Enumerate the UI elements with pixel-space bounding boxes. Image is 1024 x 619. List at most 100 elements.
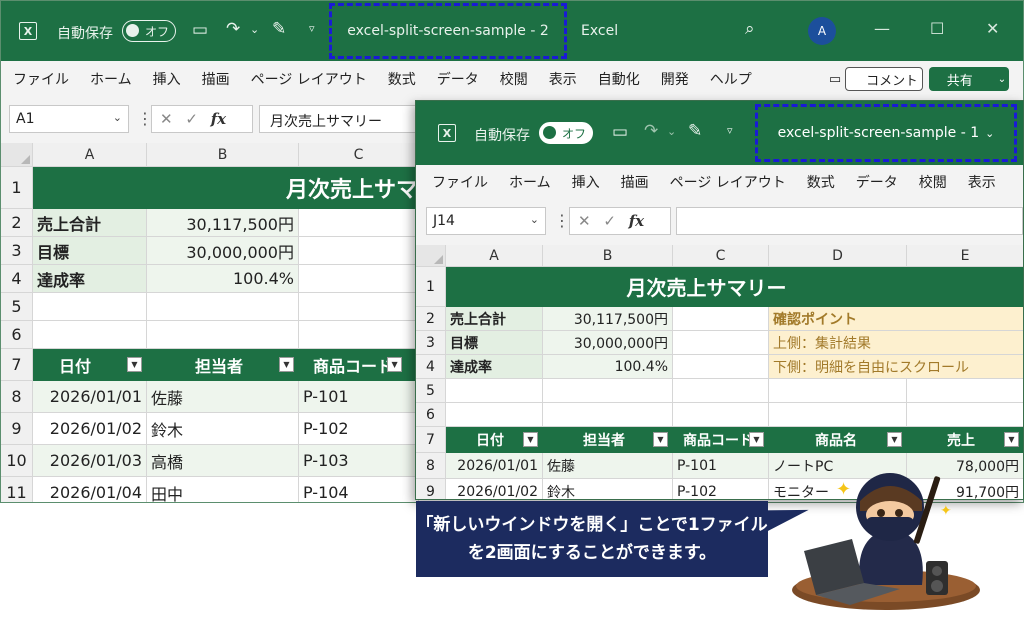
row-header[interactable]: 4 bbox=[1, 265, 33, 293]
insert-function-icon[interactable]: fx bbox=[629, 212, 644, 230]
tab-developer[interactable]: 開発 bbox=[661, 69, 689, 89]
cell[interactable] bbox=[543, 403, 673, 427]
save-icon[interactable]: ▭ bbox=[192, 20, 208, 40]
kpi-value-cell[interactable]: 100.4% bbox=[543, 355, 673, 379]
table-cell[interactable]: 高橋 bbox=[147, 445, 299, 477]
kpi-value-cell[interactable]: 30,000,000円 bbox=[543, 331, 673, 355]
filter-dropdown-icon[interactable]: ▼ bbox=[887, 432, 902, 447]
cell[interactable] bbox=[147, 321, 299, 349]
tab-home[interactable]: ホーム bbox=[90, 69, 132, 89]
more-icon[interactable]: ⋮ bbox=[554, 211, 570, 230]
row-header[interactable]: 9 bbox=[416, 479, 446, 499]
column-header[interactable]: A bbox=[446, 245, 543, 267]
filter-dropdown-icon[interactable]: ▼ bbox=[127, 357, 142, 372]
table-cell[interactable]: P-104 bbox=[299, 477, 419, 502]
column-header[interactable]: B bbox=[543, 245, 673, 267]
table-cell[interactable]: 田中 bbox=[147, 477, 299, 502]
column-header[interactable]: D bbox=[769, 245, 907, 267]
table-cell[interactable]: P-102 bbox=[673, 479, 769, 499]
cell[interactable] bbox=[907, 379, 1023, 403]
cell[interactable] bbox=[299, 321, 419, 349]
table-header-code[interactable]: 商品コード ▼ bbox=[299, 349, 419, 381]
sheet-title-cell[interactable]: 月次売上サマ bbox=[33, 167, 419, 209]
autosave-toggle[interactable]: オフ bbox=[539, 122, 593, 144]
chevron-down-icon[interactable]: ⌄ bbox=[530, 213, 539, 226]
note-heading-cell[interactable]: 確認ポイント bbox=[769, 307, 1023, 331]
table-cell[interactable]: 佐藤 bbox=[543, 453, 673, 479]
column-header[interactable]: B bbox=[147, 143, 299, 167]
cell[interactable] bbox=[33, 321, 147, 349]
maximize-icon[interactable]: ☐ bbox=[930, 19, 944, 38]
column-header[interactable]: C bbox=[673, 245, 769, 267]
kpi-label-cell[interactable]: 売上合計 bbox=[446, 307, 543, 331]
row-header[interactable]: 6 bbox=[416, 403, 446, 427]
name-box[interactable]: A1 ⌄ bbox=[9, 105, 129, 133]
filter-dropdown-icon[interactable]: ▼ bbox=[279, 357, 294, 372]
tab-data[interactable]: データ bbox=[856, 172, 898, 192]
kpi-label-cell[interactable]: 達成率 bbox=[33, 265, 147, 293]
share-button[interactable]: ⇪ 共有 ⌄ bbox=[911, 67, 1009, 91]
cell[interactable] bbox=[673, 403, 769, 427]
format-painter-icon[interactable]: ✎ bbox=[272, 19, 286, 39]
table-cell[interactable]: 2026/01/04 bbox=[33, 477, 147, 502]
row-header[interactable]: 6 bbox=[1, 321, 33, 349]
tab-page-layout[interactable]: ページ レイアウト bbox=[670, 172, 786, 192]
customize-toolbar-icon[interactable]: ▿ bbox=[309, 22, 315, 35]
kpi-value-cell[interactable]: 100.4% bbox=[147, 265, 299, 293]
row-header[interactable]: 11 bbox=[1, 477, 33, 502]
tab-file[interactable]: ファイル bbox=[432, 172, 488, 192]
cell[interactable] bbox=[147, 293, 299, 321]
column-header[interactable]: C bbox=[299, 143, 419, 167]
filter-dropdown-icon[interactable]: ▼ bbox=[653, 432, 668, 447]
table-cell[interactable]: 2026/01/02 bbox=[446, 479, 543, 499]
table-cell[interactable]: 鈴木 bbox=[543, 479, 673, 499]
redo-dropdown-icon[interactable]: ⌄ bbox=[667, 125, 676, 138]
table-cell[interactable]: 2026/01/01 bbox=[446, 453, 543, 479]
kpi-label-cell[interactable]: 目標 bbox=[446, 331, 543, 355]
tab-file[interactable]: ファイル bbox=[13, 69, 69, 89]
tab-view[interactable]: 表示 bbox=[968, 172, 996, 192]
insert-function-icon[interactable]: fx bbox=[211, 110, 226, 128]
tab-page-layout[interactable]: ページ レイアウト bbox=[251, 69, 367, 89]
redo-icon[interactable]: ↷ bbox=[644, 121, 658, 141]
enter-icon[interactable]: ✓ bbox=[603, 212, 616, 230]
cell[interactable] bbox=[446, 403, 543, 427]
tab-view[interactable]: 表示 bbox=[549, 69, 577, 89]
cell[interactable] bbox=[33, 293, 147, 321]
enter-icon[interactable]: ✓ bbox=[185, 110, 198, 128]
note-cell[interactable]: 下側：明細を自由にスクロール bbox=[769, 355, 1023, 379]
tab-formulas[interactable]: 数式 bbox=[388, 69, 416, 89]
table-cell[interactable]: 鈴木 bbox=[147, 413, 299, 445]
cell[interactable] bbox=[769, 403, 907, 427]
save-icon[interactable]: ▭ bbox=[612, 122, 628, 142]
tab-formulas[interactable]: 数式 bbox=[807, 172, 835, 192]
row-header[interactable]: 9 bbox=[1, 413, 33, 445]
tab-review[interactable]: 校閲 bbox=[500, 69, 528, 89]
redo-icon[interactable]: ↷ bbox=[226, 19, 240, 39]
table-header-date[interactable]: 日付 ▼ bbox=[446, 427, 543, 453]
table-cell[interactable]: P-101 bbox=[673, 453, 769, 479]
cell[interactable] bbox=[673, 379, 769, 403]
cell[interactable] bbox=[299, 293, 419, 321]
table-cell[interactable]: P-101 bbox=[299, 381, 419, 413]
kpi-label-cell[interactable]: 売上合計 bbox=[33, 209, 147, 237]
cell[interactable] bbox=[299, 237, 419, 265]
tab-draw[interactable]: 描画 bbox=[621, 172, 649, 192]
table-header-date[interactable]: 日付 ▼ bbox=[33, 349, 147, 381]
row-header[interactable]: 8 bbox=[416, 453, 446, 479]
column-header[interactable]: A bbox=[33, 143, 147, 167]
tab-insert[interactable]: 挿入 bbox=[572, 172, 600, 192]
row-header[interactable]: 1 bbox=[416, 267, 446, 307]
tab-insert[interactable]: 挿入 bbox=[153, 69, 181, 89]
tab-home[interactable]: ホーム bbox=[509, 172, 551, 192]
name-box[interactable]: J14 ⌄ bbox=[426, 207, 546, 235]
row-header[interactable]: 4 bbox=[416, 355, 446, 379]
filter-dropdown-icon[interactable]: ▼ bbox=[523, 432, 538, 447]
column-header[interactable]: E bbox=[907, 245, 1023, 267]
row-header[interactable]: 2 bbox=[1, 209, 33, 237]
search-icon[interactable]: ⌕ bbox=[745, 19, 755, 39]
row-header[interactable]: 5 bbox=[1, 293, 33, 321]
cell[interactable] bbox=[446, 379, 543, 403]
kpi-value-cell[interactable]: 30,117,500円 bbox=[543, 307, 673, 331]
chevron-down-icon[interactable]: ⌄ bbox=[113, 111, 122, 124]
